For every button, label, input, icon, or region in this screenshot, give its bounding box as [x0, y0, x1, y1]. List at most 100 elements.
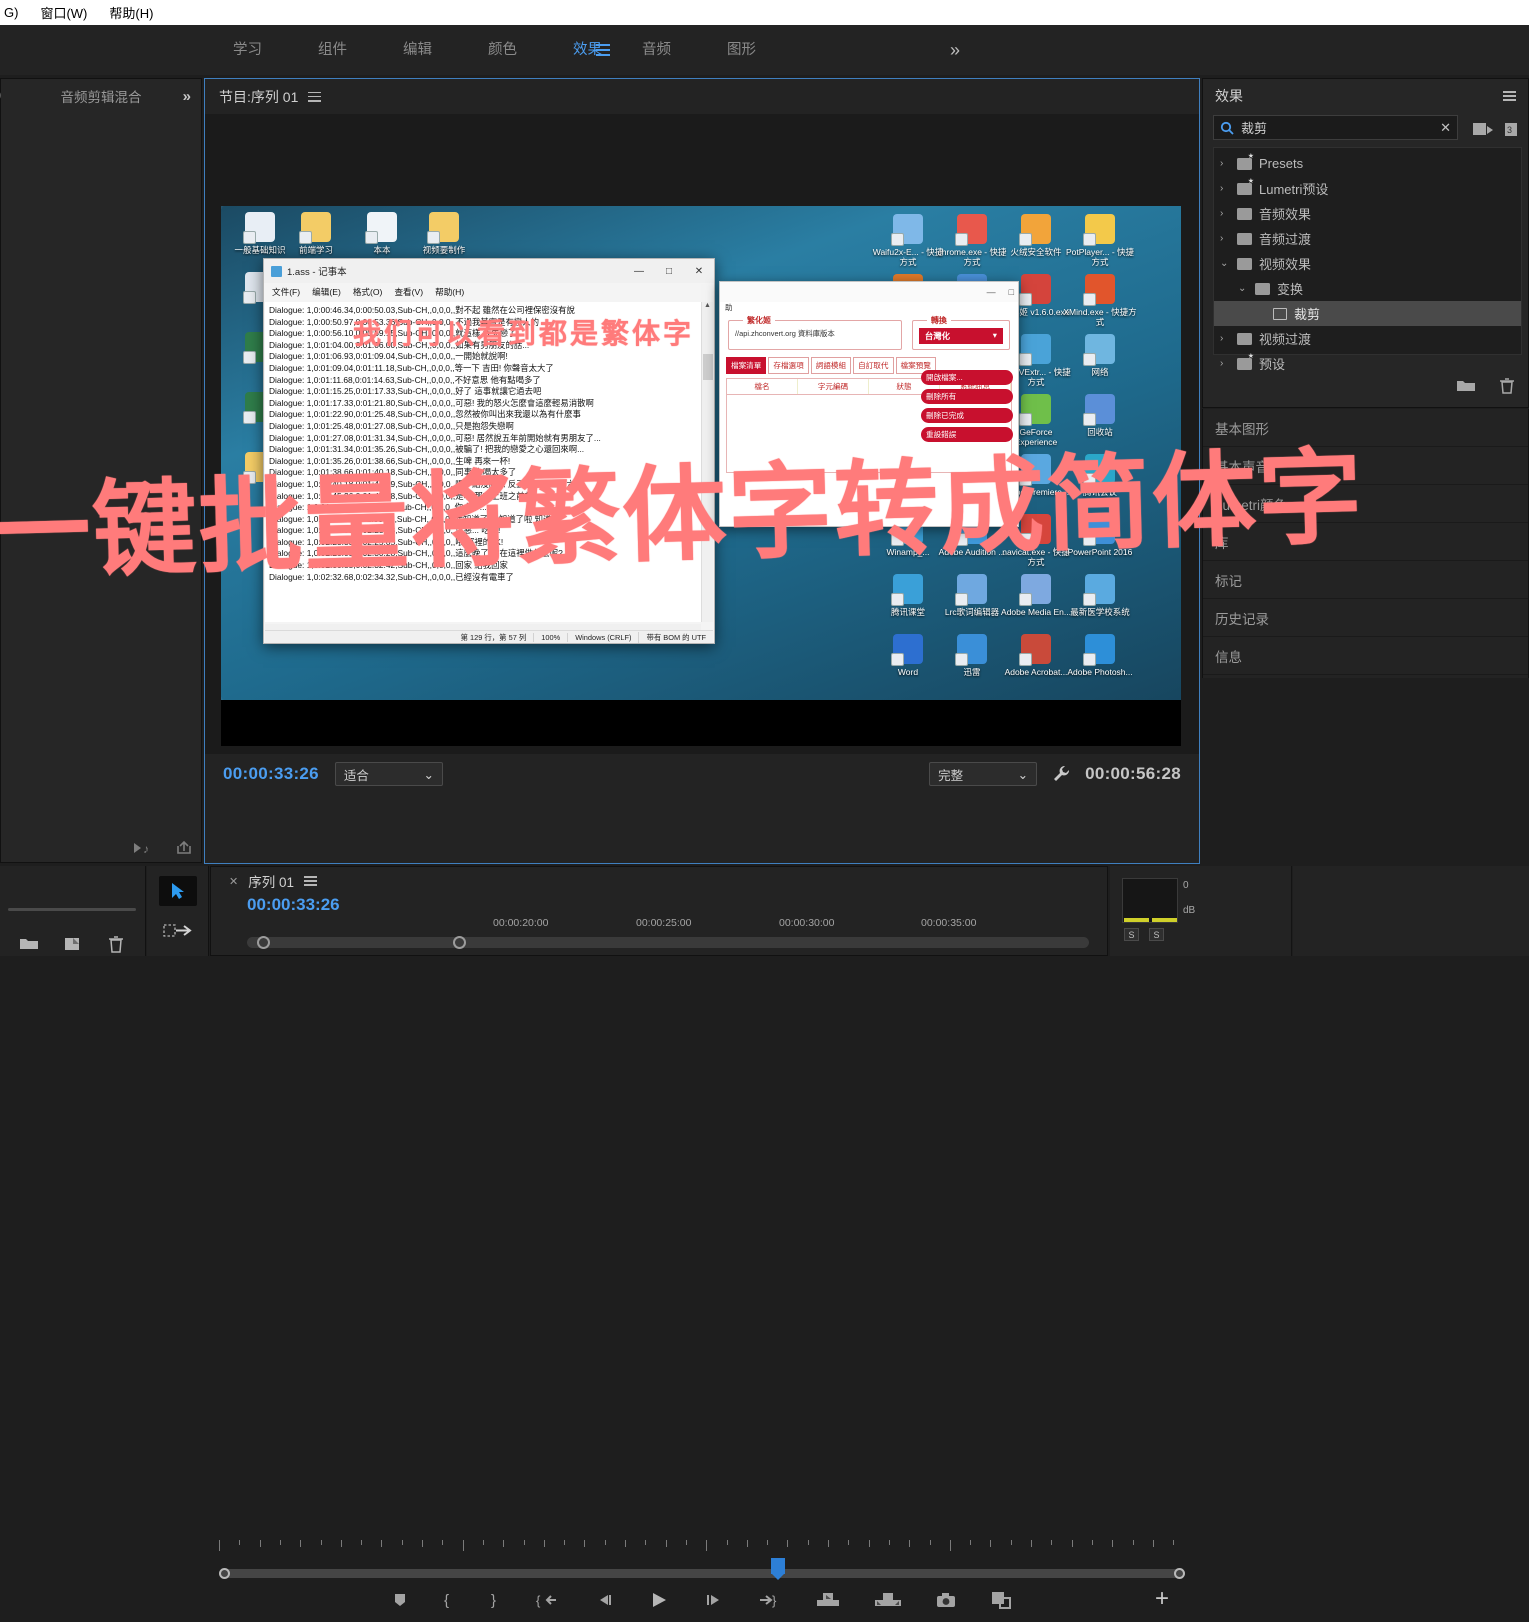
panel-tab-信息[interactable]: 信息 [1203, 637, 1528, 675]
desktop-icon[interactable]: Lrc歌词编辑器 [935, 574, 1009, 617]
wrench-icon[interactable] [1051, 764, 1071, 784]
play-audio-icon[interactable]: ♪ [133, 841, 153, 855]
notepad-window[interactable]: 1.ass - 记事本 — □ ✕ 文件(F) 编辑(E) 格式(O) 查看(V… [263, 258, 715, 644]
chevron-right-icon[interactable]: › [1220, 233, 1230, 244]
export-icon[interactable] [175, 840, 193, 856]
program-monitor-menu-icon[interactable] [308, 91, 322, 102]
desktop-icon[interactable]: 火绒安全软件 [999, 214, 1073, 257]
desktop-icon[interactable]: 网络 [1063, 334, 1137, 377]
desktop-icon[interactable]: 前端学习 [279, 212, 353, 255]
notepad-titlebar[interactable]: 1.ass - 记事本 — □ ✕ [264, 259, 714, 283]
desktop-icon[interactable]: Waifu2x-E... - 快捷方式 [871, 214, 945, 267]
minimize-icon[interactable]: — [624, 266, 654, 277]
chevron-down-icon[interactable]: ⌄ [1220, 258, 1230, 269]
chevron-right-icon[interactable]: › [1220, 208, 1230, 219]
extract-button[interactable] [874, 1591, 902, 1609]
effects-tree-item[interactable]: › Presets [1214, 151, 1521, 176]
reset-error-button[interactable]: 重設錯誤 [921, 427, 1013, 442]
go-to-in-button[interactable]: { [536, 1591, 562, 1609]
maximize-icon[interactable]: □ [1009, 287, 1014, 297]
selection-tool[interactable] [158, 876, 197, 906]
add-button[interactable]: + [1155, 1587, 1169, 1611]
timeline-zoom-scrollbar[interactable] [247, 936, 1089, 949]
lift-button[interactable] [815, 1591, 841, 1609]
step-forward-button[interactable] [703, 1591, 723, 1609]
desktop-icon[interactable]: Adobe Media En... [999, 574, 1073, 617]
timeline-timecode[interactable]: 00:00:33:26 [247, 895, 340, 915]
desktop-icon[interactable]: PowerPoint 2016 [1063, 514, 1137, 557]
thumbnail-size-slider[interactable] [8, 908, 136, 911]
button-editor-button[interactable] [990, 1590, 1014, 1610]
effects-tree-item[interactable]: ⌄ 视频效果 [1214, 251, 1521, 276]
tab-audio[interactable]: 音频 [614, 25, 699, 75]
os-menu-item-window[interactable]: 窗口(W) [36, 3, 91, 22]
timeline-menu-icon[interactable] [304, 876, 317, 886]
clear-search-icon[interactable]: ✕ [1440, 120, 1451, 136]
timeline-close-icon[interactable]: ✕ [229, 875, 238, 888]
new-folder-icon[interactable] [1456, 377, 1476, 393]
os-menu-item-0[interactable]: G) [0, 5, 22, 20]
solo-button-right[interactable]: S [1149, 928, 1164, 941]
panel-tab-历史记录[interactable]: 历史记录 [1203, 599, 1528, 637]
desktop-icon[interactable]: PotPlayer... - 快捷方式 [1063, 214, 1137, 267]
effects-tree-item[interactable]: › 音频效果 [1214, 201, 1521, 226]
playhead-timecode[interactable]: 00:00:33:26 [223, 764, 319, 784]
chevron-right-icon[interactable]: › [1220, 158, 1230, 169]
add-marker-button[interactable] [391, 1591, 409, 1609]
desktop-icon[interactable]: 视频要制作 [407, 212, 481, 255]
effects-tree-item[interactable]: 裁剪 [1214, 301, 1521, 326]
mark-in-button[interactable]: { [442, 1591, 456, 1609]
notepad-menu-help[interactable]: 帮助(H) [435, 286, 464, 298]
step-back-button[interactable] [595, 1591, 615, 1609]
notepad-text-area[interactable]: Dialogue: 1,0:00:46.34,0:00:50.03,Sub-CH… [265, 302, 701, 622]
desktop-icon[interactable]: Adobe Photosh... [1063, 634, 1137, 677]
zoom-handle-left[interactable] [257, 936, 270, 949]
delete-icon[interactable] [1498, 377, 1516, 395]
monitor-playhead[interactable] [771, 1558, 785, 1580]
delete-icon[interactable] [106, 934, 126, 954]
scrollbar-thumb[interactable] [703, 354, 713, 380]
converter-tab-saveopts[interactable]: 存檔選項 [768, 357, 809, 374]
desktop-icon[interactable]: 腾讯会议 [1063, 454, 1137, 497]
notepad-menu-format[interactable]: 格式(O) [353, 286, 383, 298]
effects-tree-item[interactable]: › 视频过渡 [1214, 326, 1521, 351]
track-select-forward-tool[interactable] [159, 916, 197, 946]
effects-tree[interactable]: › Presets › Lumetri预设 › 音频效果 › 音频过渡 ⌄ 视频效果 ⌄ 变换裁剪 › 视… [1213, 147, 1522, 372]
panel-expand-icon[interactable]: » [183, 88, 191, 105]
resolution-select[interactable]: 完整 ⌄ [929, 762, 1038, 786]
converter-tab-filelist[interactable]: 檔案清單 [726, 357, 767, 374]
scroll-up-icon[interactable]: ▲ [702, 302, 713, 309]
solo-button-left[interactable]: S [1124, 928, 1139, 941]
panel-tab-基本图形[interactable]: 基本图形 [1203, 409, 1528, 447]
accelerated-effects-icon[interactable] [1472, 120, 1494, 138]
chevron-right-icon[interactable]: › [1220, 333, 1230, 344]
chevron-right-icon[interactable]: › [1220, 183, 1230, 194]
mark-out-button[interactable]: } [489, 1591, 503, 1609]
chevron-down-icon[interactable]: ▾ [993, 330, 997, 342]
play-stop-button[interactable] [648, 1590, 670, 1610]
effects-tree-item[interactable]: › 音频过渡 [1214, 226, 1521, 251]
desktop-icon[interactable]: Word [871, 634, 945, 677]
panel-tab-标记[interactable]: 标记 [1203, 561, 1528, 599]
converter-titlebar[interactable]: — □ [720, 282, 1018, 302]
open-file-button[interactable]: 開啟檔案... [921, 370, 1013, 385]
new-bin-icon[interactable] [18, 934, 40, 952]
tab-editing[interactable]: 编辑 [375, 25, 460, 75]
go-to-out-button[interactable]: } [756, 1591, 782, 1609]
effects-tree-item[interactable]: › Lumetri预设 [1214, 176, 1521, 201]
delete-all-button[interactable]: 刪除所有 [921, 389, 1013, 404]
converter-tab-wordmodule[interactable]: 詞語模組 [810, 357, 852, 374]
desktop-icon[interactable]: chrome.exe - 快捷方式 [935, 214, 1009, 267]
desktop-icon[interactable]: 最新医学校系统 [1063, 574, 1137, 617]
export-frame-button[interactable] [935, 1591, 957, 1609]
close-icon[interactable]: ✕ [684, 266, 714, 277]
panel-tab-基本声音[interactable]: 基本声音 [1203, 447, 1528, 485]
tab-graphics[interactable]: 图形 [699, 25, 784, 75]
timeline-ruler[interactable]: 00:00:20:00 00:00:25:00 00:00:30:00 00:00:3… [211, 917, 1107, 937]
panel-tab-Lumetri颜色[interactable]: Lumetri颜色 [1203, 485, 1528, 523]
notepad-vertical-scrollbar[interactable]: ▲ [701, 302, 713, 622]
chevron-down-icon[interactable]: ⌄ [1238, 283, 1248, 294]
converter-window[interactable]: — □ 助 繁化姬 //api.zhconvert.org 資料庫版本 轉換 台… [719, 281, 1019, 527]
notepad-menu-edit[interactable]: 编辑(E) [312, 286, 341, 298]
minimize-icon[interactable]: — [987, 287, 996, 297]
